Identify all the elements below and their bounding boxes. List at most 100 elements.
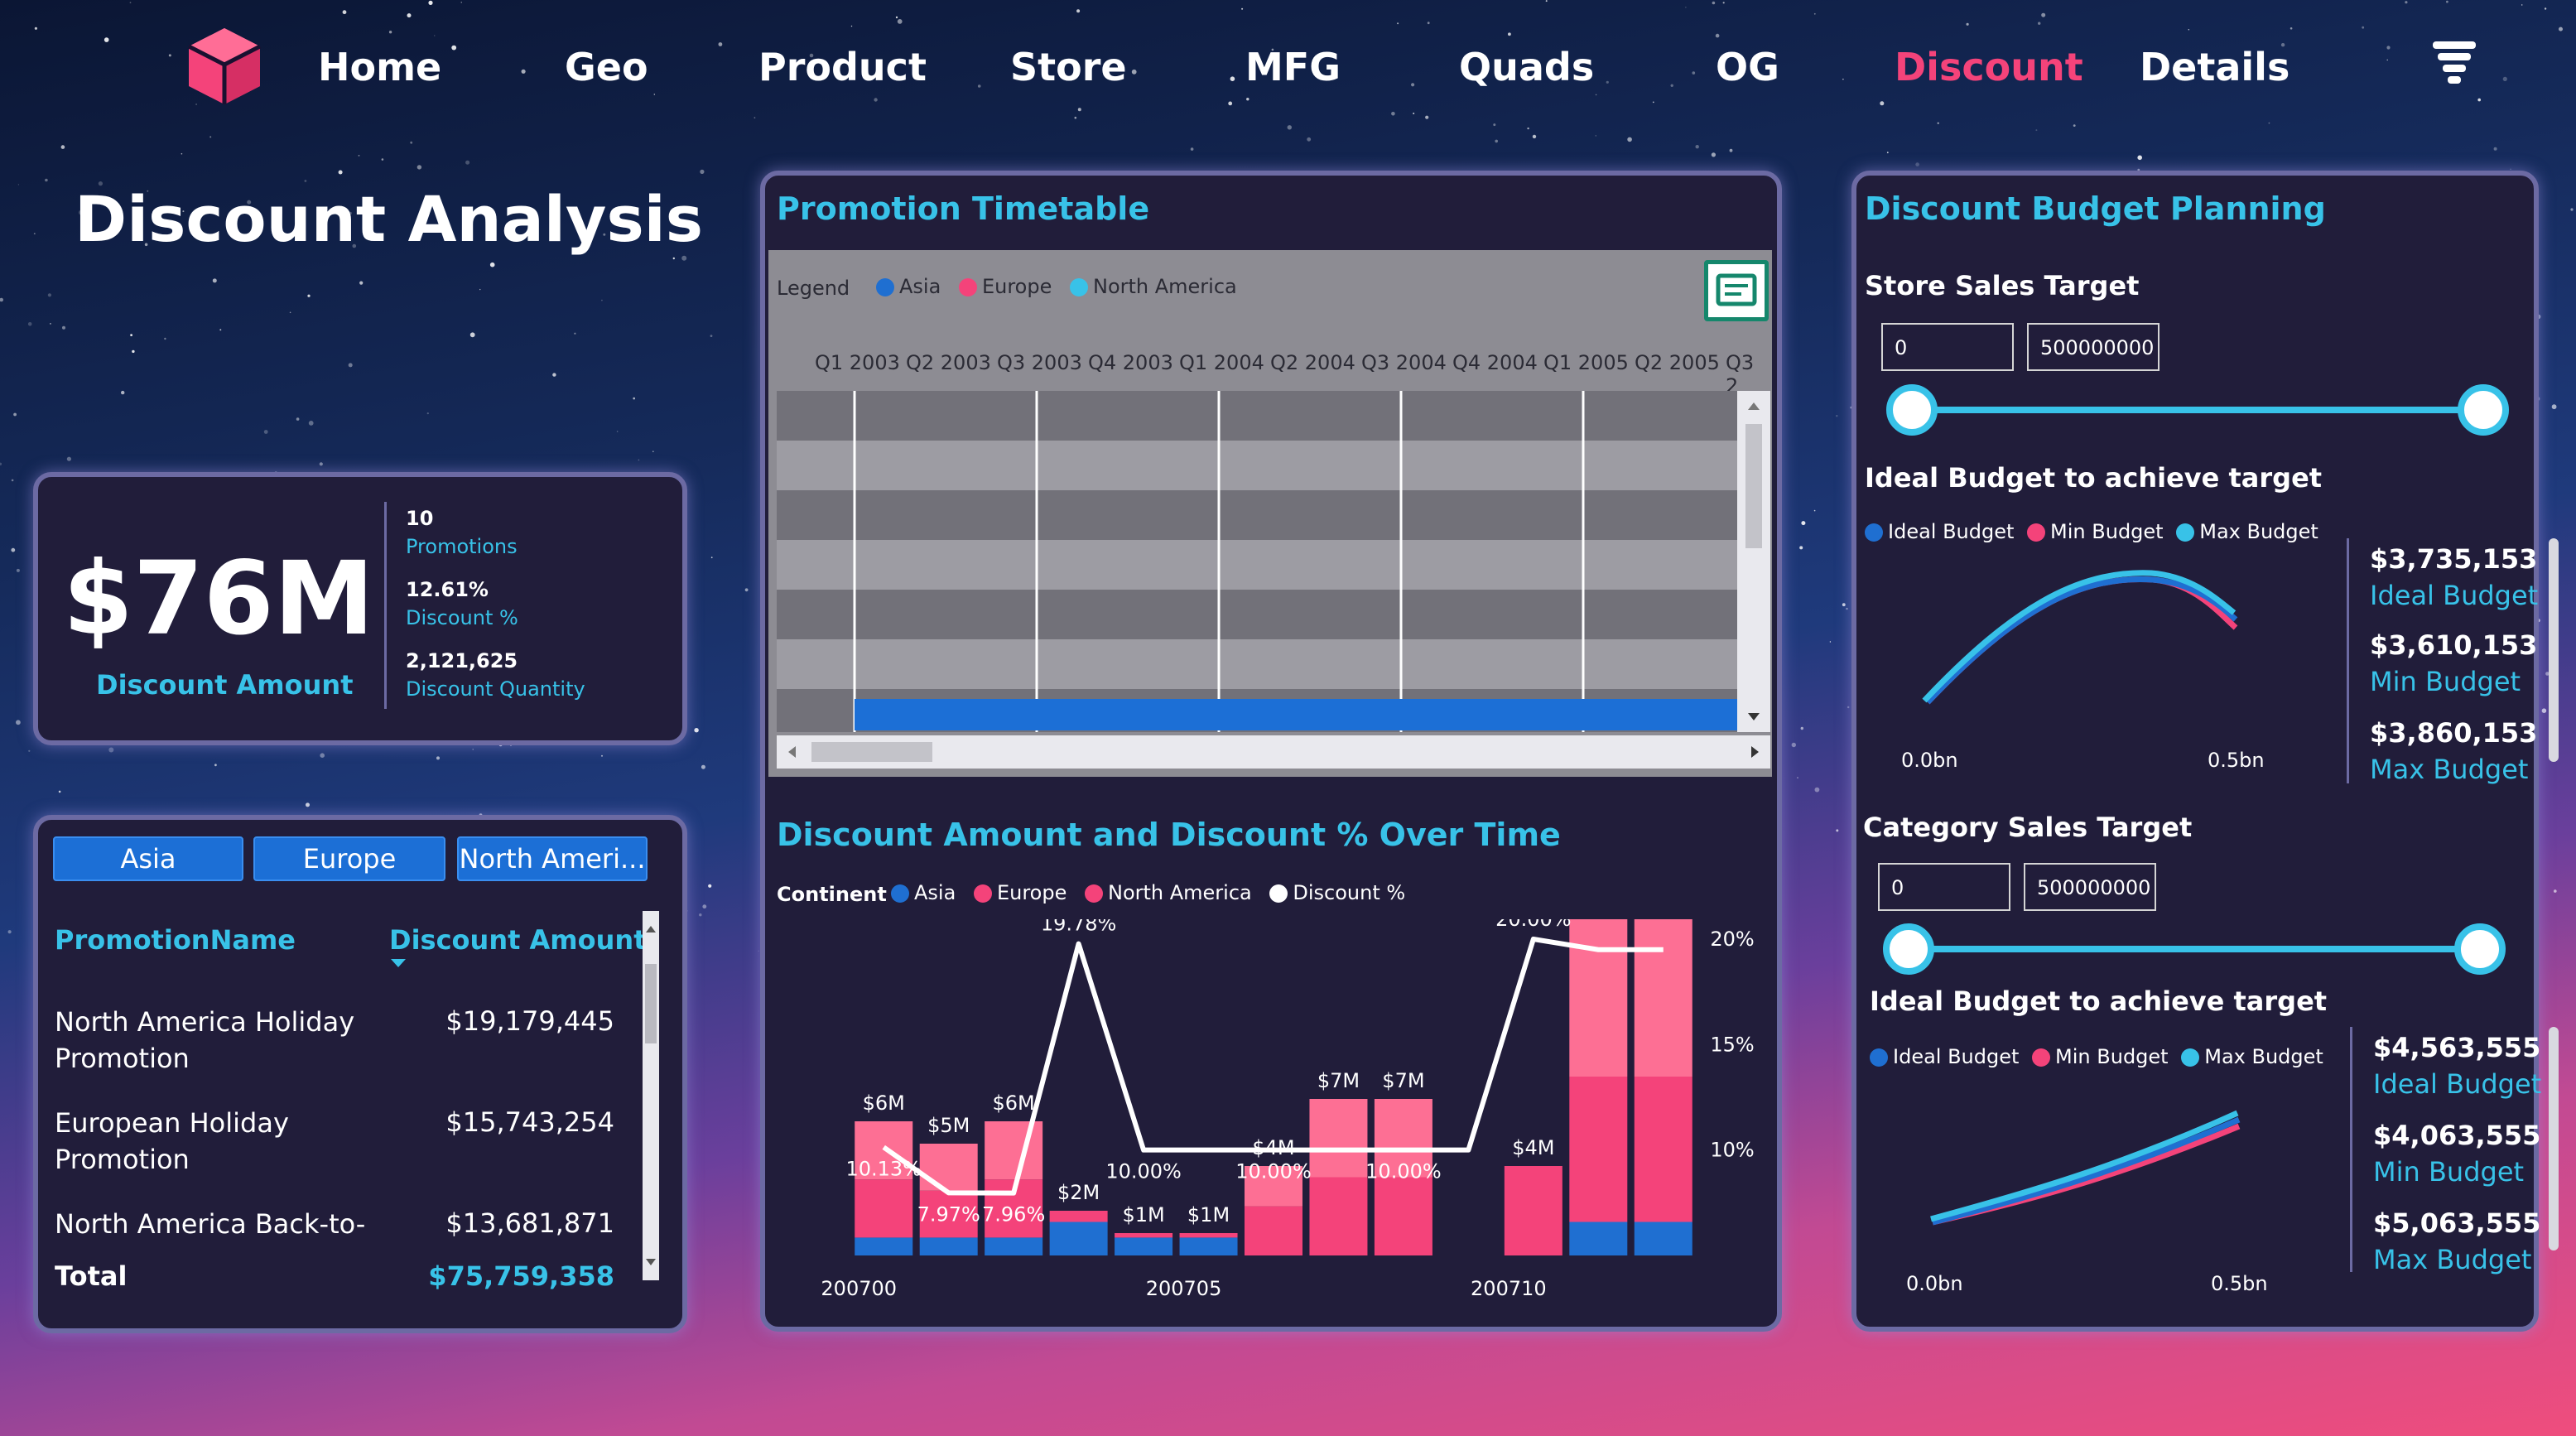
nav-mfg[interactable]: MFG [1245, 45, 1341, 89]
budget-scrollbar-bottom[interactable] [2549, 1027, 2559, 1250]
category-slider-max-handle[interactable] [2454, 923, 2506, 975]
store-budget-legend: Ideal Budget Min Budget Max Budget [1865, 520, 2330, 543]
timetable-grid [777, 391, 1737, 732]
timetable-quarter-axis: Q1 2003 Q2 2003 Q3 2003 Q4 2003 Q1 2004 … [815, 351, 1769, 398]
row-name-line1: North America Back-to- [55, 1208, 366, 1240]
nav-quads[interactable]: Quads [1459, 45, 1594, 89]
bar-value-label: $5M [927, 1114, 970, 1137]
table-row[interactable]: North America Back-to- [55, 1206, 386, 1242]
category-target-label: Category Sales Target [1863, 812, 2193, 843]
legend-min: Min Budget [2032, 1045, 2169, 1068]
nav-geo[interactable]: Geo [565, 45, 648, 89]
scroll-up-icon[interactable] [1748, 402, 1760, 410]
filter-north-america-button[interactable]: North Ameri... [457, 836, 648, 881]
timetable-legend: Asia Europe North America [876, 275, 1249, 298]
scroll-thumb[interactable] [1745, 424, 1762, 548]
store-ideal-label: Ideal Budget to achieve target [1865, 462, 2323, 494]
quarter-label: Q2 2003 [906, 351, 991, 374]
scroll-down-icon[interactable] [1748, 713, 1760, 720]
store-min-caption: Min Budget [2370, 666, 2521, 697]
scroll-up-icon[interactable] [646, 926, 656, 932]
quarter-label: Q4 2003 [1088, 351, 1173, 374]
category-slider-min-handle[interactable] [1883, 923, 1934, 975]
col-header-discount-amount[interactable]: Discount Amount [389, 924, 646, 956]
export-icon[interactable] [1704, 260, 1769, 321]
category-ideal-value: $4,563,555 [2373, 1032, 2541, 1063]
bar-segment [1634, 1222, 1692, 1255]
nav-details[interactable]: Details [2140, 45, 2290, 89]
combo-chart[interactable]: 20%15%10%$6M$5M$6M$2M$1M$1M$4M$7M$7M$4M$… [768, 919, 1774, 1308]
store-target-max-input[interactable]: 500000000 [2027, 323, 2160, 371]
store-target-min-input[interactable]: 0 [1881, 323, 2014, 371]
bar-value-label: $1M [1187, 1203, 1230, 1226]
bar-segment [1374, 1177, 1432, 1255]
bar-value-label: $2M [1057, 1181, 1100, 1204]
table-row[interactable]: North America Holiday Promotion [55, 1004, 369, 1077]
legend-min: Min Budget [2027, 520, 2164, 543]
quarter-label: Q4 2004 [1452, 351, 1538, 374]
timetable-title: Promotion Timetable [777, 190, 1150, 227]
filter-europe-button[interactable]: Europe [253, 836, 445, 881]
bar-value-label: $7M [1317, 1069, 1360, 1092]
row-name-line2: Promotion [55, 1144, 190, 1175]
nav-discount[interactable]: Discount [1895, 45, 2083, 89]
category-target-max-input[interactable]: 500000000 [2024, 863, 2156, 911]
bar-segment [1569, 1222, 1628, 1255]
category-axis-min: 0.0bn [1906, 1272, 1963, 1295]
quarter-label: Q3 2003 [997, 351, 1082, 374]
x-axis-tick-label: 200710 [1471, 1277, 1547, 1300]
scroll-left-icon[interactable] [788, 746, 796, 758]
bar-segment [1634, 1077, 1692, 1222]
table-scrollbar[interactable] [643, 911, 659, 1280]
legend-europe: Europe [958, 275, 1052, 298]
timetable-legend-label: Legend [777, 277, 850, 300]
store-axis-min: 0.0bn [1901, 749, 1958, 772]
bar-segment [855, 1179, 913, 1238]
quarter-label: Q1 2004 [1179, 351, 1264, 374]
store-ideal-value: $3,735,153 [2370, 543, 2538, 575]
nav-og[interactable]: OG [1716, 45, 1779, 89]
scroll-right-icon[interactable] [1751, 746, 1759, 758]
category-target-min-input[interactable]: 0 [1878, 863, 2010, 911]
category-ideal-label: Ideal Budget to achieve target [1870, 985, 2328, 1017]
col-header-promotion-name[interactable]: PromotionName [55, 924, 296, 956]
y-axis-tick-label: 10% [1710, 1139, 1754, 1162]
category-target-slider[interactable] [1909, 946, 2481, 952]
scroll-thumb[interactable] [811, 742, 932, 762]
nav-store[interactable]: Store [1010, 45, 1127, 89]
timetable-vscroll[interactable] [1737, 391, 1770, 732]
budget-scrollbar-top[interactable] [2549, 538, 2559, 762]
scroll-down-icon[interactable] [646, 1259, 656, 1265]
line-point-label: 10.00% [1105, 1160, 1182, 1183]
category-budget-curve [1930, 1110, 2241, 1226]
kpi-promotions-value: 10 [406, 507, 434, 530]
bar-segment [1179, 1233, 1238, 1238]
legend-max: Max Budget [2181, 1045, 2323, 1068]
store-max-caption: Max Budget [2370, 754, 2529, 785]
row-amount: $15,743,254 [445, 1106, 614, 1138]
app-logo[interactable] [184, 25, 265, 108]
x-axis-tick-label: 200700 [821, 1277, 897, 1300]
bar-segment [1309, 1177, 1368, 1255]
store-target-slider[interactable] [1913, 407, 2484, 413]
store-slider-min-handle[interactable] [1886, 384, 1938, 436]
row-name-line1: European Holiday [55, 1107, 289, 1139]
filter-asia-button[interactable]: Asia [53, 836, 243, 881]
legend-ideal: Ideal Budget [1870, 1045, 2019, 1068]
table-row[interactable]: European Holiday Promotion [55, 1105, 369, 1178]
timetable-hscroll[interactable] [777, 735, 1770, 769]
total-label: Total [55, 1260, 128, 1292]
y-axis-tick-label: 20% [1710, 928, 1754, 951]
bar-segment [1115, 1237, 1173, 1255]
bar-segment [1634, 919, 1692, 1077]
nav-home[interactable]: Home [318, 45, 441, 89]
bar-segment [985, 1121, 1043, 1180]
x-axis-tick-label: 200705 [1146, 1277, 1222, 1300]
bar-segment [919, 1237, 978, 1255]
nav-product[interactable]: Product [758, 45, 927, 89]
scroll-thumb[interactable] [645, 964, 657, 1043]
bar-segment [855, 1237, 913, 1255]
store-slider-max-handle[interactable] [2458, 384, 2509, 436]
filter-funnel-icon[interactable] [2431, 40, 2477, 91]
total-value: $75,759,358 [428, 1260, 614, 1292]
